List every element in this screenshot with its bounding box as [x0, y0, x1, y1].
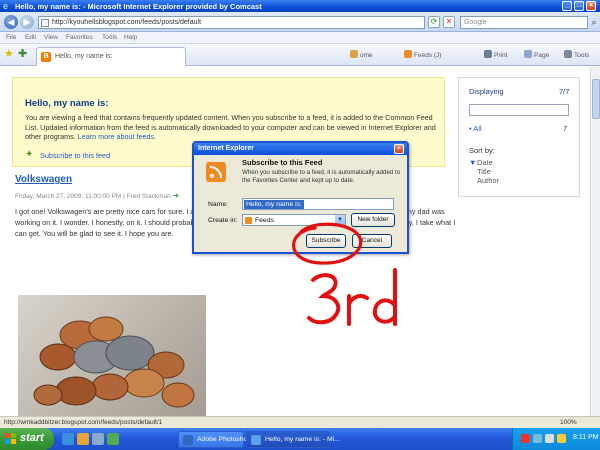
start-button[interactable]: start: [0, 428, 54, 450]
subscribe-star-icon[interactable]: ✦: [25, 150, 33, 160]
feeds-button[interactable]: Feeds (J): [404, 50, 441, 59]
zoom-level[interactable]: 100%: [560, 419, 577, 426]
folder-quicklaunch-icon[interactable]: [77, 433, 89, 445]
close-button[interactable]: ×: [586, 1, 596, 11]
address-field[interactable]: http://kyouhellsblogspot.com/feeds/posts…: [38, 16, 425, 29]
create-in-label: Create in:: [208, 217, 238, 224]
dialog-description: When you subscribe to a feed, it is auto…: [242, 169, 401, 184]
search-input[interactable]: Google: [460, 16, 588, 29]
favorites-star-icon[interactable]: ★: [4, 48, 14, 60]
learn-more-link[interactable]: Learn more about feeds.: [78, 132, 156, 141]
back-button[interactable]: ◀: [4, 15, 18, 29]
menu-edit[interactable]: Edit: [25, 34, 36, 41]
menu-tools[interactable]: Tools: [102, 34, 117, 41]
ie-logo-icon: e: [3, 1, 9, 11]
refresh-icon[interactable]: ⟳: [428, 16, 440, 28]
home-button[interactable]: ome: [350, 50, 373, 59]
minimize-button[interactable]: _: [562, 1, 572, 11]
page-menu-button[interactable]: Page: [524, 50, 549, 59]
tab-label: Hello, my name is:: [55, 53, 113, 60]
name-label: Name:: [208, 201, 229, 208]
sort-date-option[interactable]: ▼ Date: [469, 158, 493, 167]
dialog-title: Internet Explorer: [198, 145, 255, 152]
address-toolbar: ◀ ▶ http://kyouhellsblogspot.com/feeds/p…: [0, 12, 600, 32]
taskbar-item-ie[interactable]: Hello, my name is: - Mi...: [246, 431, 340, 448]
photoshop-icon: [183, 435, 193, 445]
taskbar-item-label: Hello, my name is: - Mi...: [265, 436, 340, 443]
feed-heading: Hello, my name is:: [25, 98, 109, 109]
add-favorite-icon[interactable]: ✚: [18, 48, 27, 60]
taskbar-item-label: Adobe Photoshop: [197, 436, 252, 443]
post-title-link[interactable]: Volkswagen: [15, 174, 72, 185]
displaying-count: 7/7: [559, 87, 570, 96]
displaying-label: Displaying: [469, 87, 504, 96]
create-in-value: Feeds: [255, 216, 274, 224]
app-quicklaunch-icon[interactable]: [107, 433, 119, 445]
volume-icon[interactable]: [545, 434, 554, 443]
menu-view[interactable]: View: [44, 34, 58, 41]
post-photo-coins: [18, 295, 206, 416]
dialog-title-bar[interactable]: Internet Explorer: [194, 143, 407, 155]
start-label: start: [20, 432, 44, 444]
sort-by-label: Sort by:: [469, 146, 495, 155]
desktop-quicklaunch-icon[interactable]: [92, 433, 104, 445]
stop-icon[interactable]: ✕: [443, 16, 455, 28]
ie-icon: [251, 435, 261, 445]
menu-file[interactable]: File: [6, 34, 16, 41]
menu-favorites[interactable]: Favorites: [66, 34, 93, 41]
filter-all-count: 7: [563, 124, 568, 133]
printer-icon: [484, 50, 492, 58]
red-3rd-annotation: [307, 268, 397, 326]
vertical-scrollbar[interactable]: [590, 67, 600, 416]
status-text: http://wmkaddbitzer.blogspot.com/feeds/p…: [4, 419, 163, 426]
forward-button[interactable]: ▶: [20, 15, 34, 29]
print-button[interactable]: Print: [484, 50, 507, 59]
subscribe-link[interactable]: Subscribe to this feed: [40, 151, 110, 160]
red-circle-annotation: [292, 222, 363, 265]
filter-input[interactable]: [469, 104, 569, 116]
go-arrow-icon[interactable]: ➜: [173, 191, 180, 200]
tab-bar: ★ ✚ B Hello, my name is: ome Feeds (J) P…: [0, 44, 600, 66]
page-icon: [524, 50, 532, 58]
ie-quicklaunch-icon[interactable]: [62, 433, 74, 445]
search-placeholder: Google: [464, 18, 487, 26]
post-meta: Friday, March 27, 2009, 11:00:00 PM | Fr…: [15, 191, 180, 200]
search-icon[interactable]: ⌕: [589, 16, 599, 29]
sort-title-option[interactable]: Title: [477, 167, 491, 176]
windows-taskbar: start Adobe Photoshop Hello, my name is:…: [0, 428, 600, 450]
network-icon[interactable]: [533, 434, 542, 443]
dialog-heading: Subscribe to this Feed: [242, 158, 323, 167]
gear-icon: [564, 50, 572, 58]
menu-help[interactable]: Help: [124, 34, 137, 41]
window-title: Hello, my name is: - Microsoft Internet …: [15, 1, 262, 11]
system-tray: 8:11 PM: [512, 428, 600, 450]
rss-feed-icon: [206, 162, 226, 182]
blogger-icon: B: [41, 52, 51, 62]
tab-current[interactable]: B Hello, my name is:: [36, 47, 186, 66]
clock: 8:11 PM: [573, 434, 599, 441]
window-title-bar[interactable]: e Hello, my name is: - Microsoft Interne…: [0, 0, 600, 12]
filter-all-link[interactable]: • All: [469, 124, 482, 133]
tray-app-icon[interactable]: [557, 434, 566, 443]
coins-image: [33, 316, 195, 408]
windows-flag-icon: [5, 433, 17, 445]
taskbar-item-photoshop[interactable]: Adobe Photoshop: [178, 431, 251, 448]
menu-bar: File Edit View Favorites Tools Help: [0, 32, 600, 44]
sort-author-option[interactable]: Author: [477, 176, 499, 185]
scroll-thumb[interactable]: [592, 79, 600, 119]
security-icon[interactable]: [521, 434, 530, 443]
address-url: http://kyouhellsblogspot.com/feeds/posts…: [52, 18, 202, 26]
page-icon: [41, 19, 49, 27]
status-bar: http://wmkaddbitzer.blogspot.com/feeds/p…: [0, 416, 600, 428]
feed-info-text: You are viewing a feed that contains fre…: [25, 113, 436, 141]
feeds-icon: [404, 50, 412, 58]
home-icon: [350, 50, 358, 58]
dialog-close-button[interactable]: ×: [394, 144, 404, 154]
maximize-button[interactable]: □: [574, 1, 584, 11]
feed-name-value: Hello, my name is:: [244, 200, 304, 209]
tools-menu-button[interactable]: Tools: [564, 50, 589, 59]
feed-name-field[interactable]: Hello, my name is:: [242, 198, 394, 210]
filter-panel: Displaying 7/7 • All 7 Sort by: ▼ Date Ti…: [458, 77, 580, 197]
feed-folder-icon: [245, 217, 252, 224]
